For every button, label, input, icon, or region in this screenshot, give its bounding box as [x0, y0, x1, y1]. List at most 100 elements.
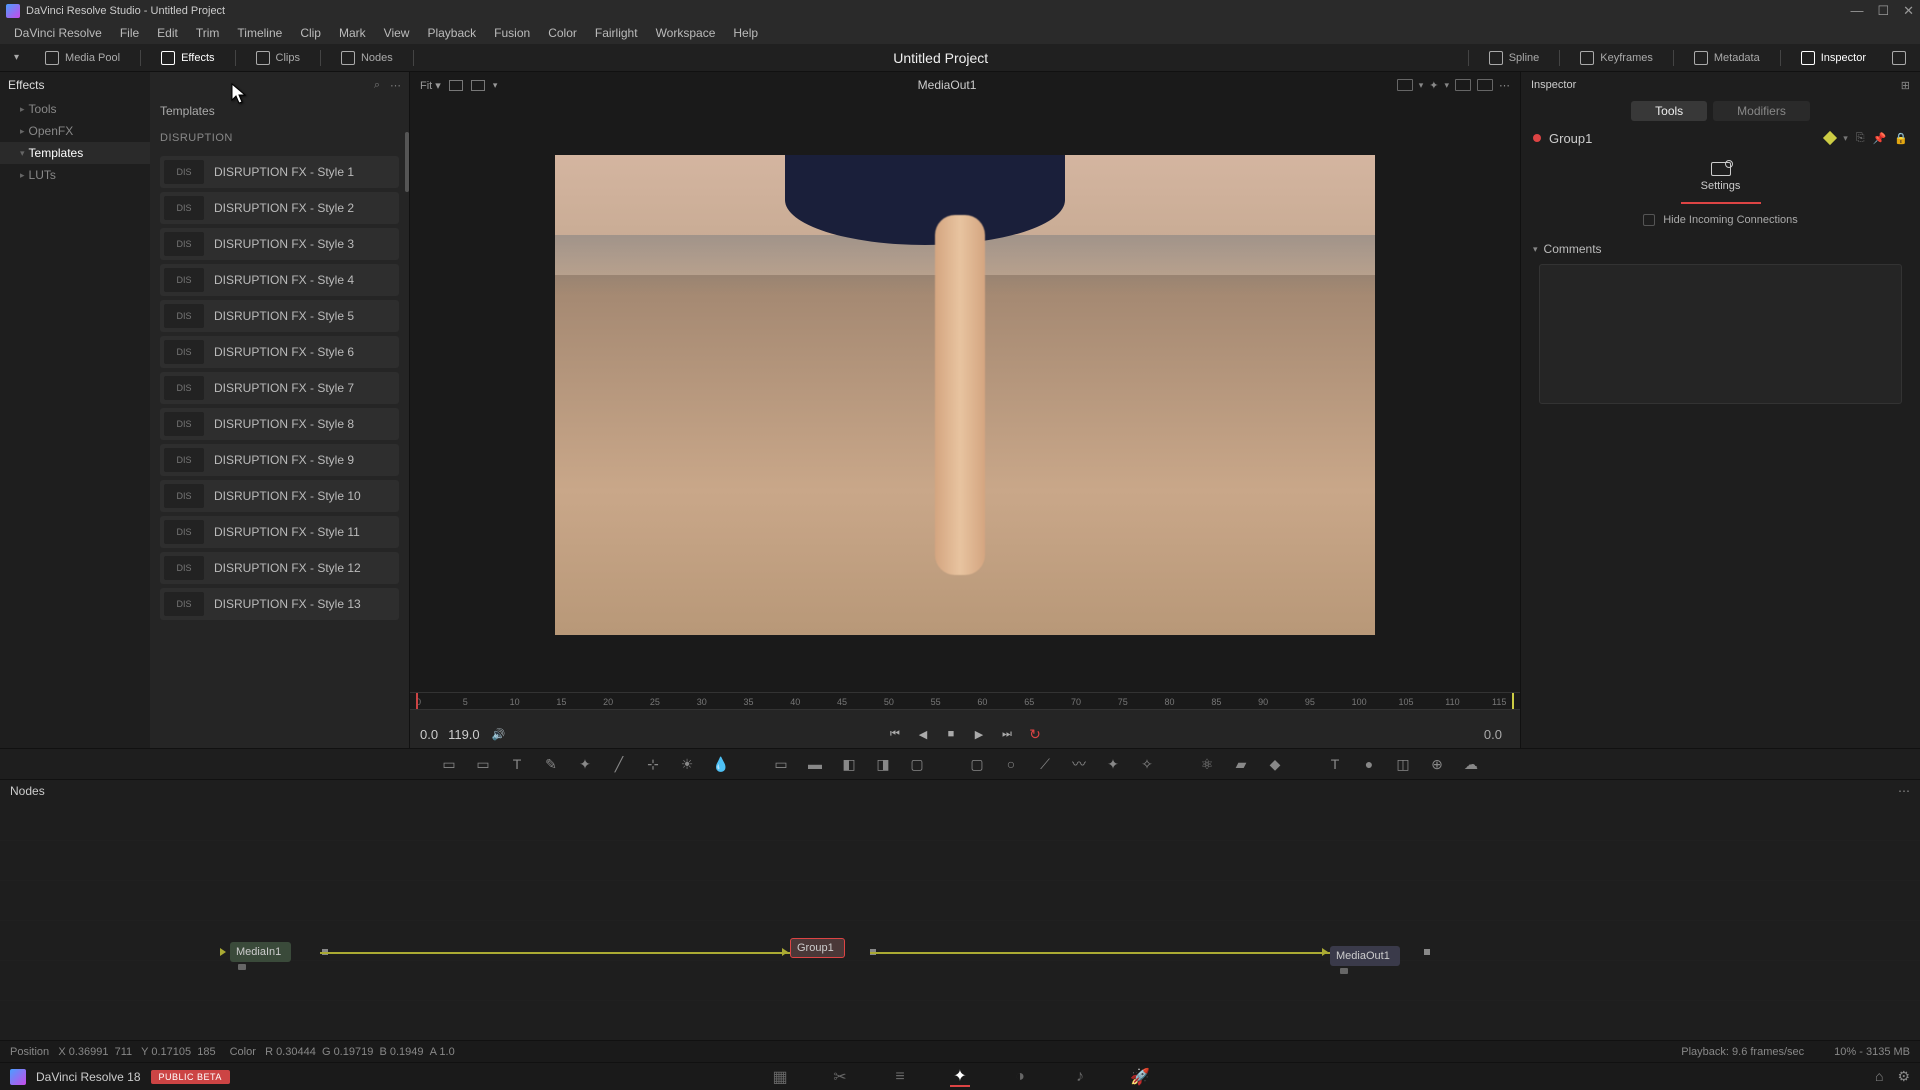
menu-fusion[interactable]: Fusion: [486, 24, 538, 42]
pin-icon[interactable]: 📌: [1873, 132, 1887, 145]
view-option-icon[interactable]: [1397, 79, 1413, 91]
tool-rect-icon[interactable]: ▢: [908, 755, 926, 773]
effect-item[interactable]: DISDISRUPTION FX - Style 5: [160, 300, 399, 332]
tool-merge-icon[interactable]: ▭: [474, 755, 492, 773]
effect-item[interactable]: DISDISRUPTION FX - Style 10: [160, 480, 399, 512]
inspector-button[interactable]: Inspector: [1795, 48, 1872, 68]
tool-3d-shape-icon[interactable]: ▰: [1232, 755, 1250, 773]
maximize-button[interactable]: ☐: [1877, 3, 1889, 19]
home-icon[interactable]: ⌂: [1875, 1068, 1883, 1085]
go-start-button[interactable]: ⏮: [886, 727, 904, 741]
tree-tools[interactable]: Tools: [0, 98, 150, 120]
scrollbar[interactable]: [405, 132, 409, 192]
more-icon[interactable]: ⋯: [1499, 79, 1510, 92]
minimize-button[interactable]: —: [1850, 3, 1863, 19]
metadata-button[interactable]: Metadata: [1688, 48, 1766, 68]
go-end-button[interactable]: ⏭: [998, 727, 1016, 741]
spline-button[interactable]: Spline: [1483, 48, 1546, 68]
menu-color[interactable]: Color: [540, 24, 585, 42]
tree-templates[interactable]: Templates: [0, 142, 150, 164]
tool-bspline-icon[interactable]: 〰: [1070, 755, 1088, 773]
node-viewer-mark[interactable]: [238, 964, 246, 970]
menu-playback[interactable]: Playback: [419, 24, 484, 42]
settings-tab[interactable]: Settings: [1681, 152, 1761, 204]
viewer-canvas[interactable]: [410, 98, 1520, 692]
tool-paint-icon[interactable]: ✎: [542, 755, 560, 773]
play-button[interactable]: ▶: [970, 727, 988, 741]
tool-3d-cube-icon[interactable]: ◫: [1394, 755, 1412, 773]
tool-particle3-icon[interactable]: ⚛: [1198, 755, 1216, 773]
menu-help[interactable]: Help: [725, 24, 766, 42]
tool-background-icon[interactable]: ▭: [440, 755, 458, 773]
tool-3d-merge-icon[interactable]: ◆: [1266, 755, 1284, 773]
search-icon[interactable]: ⌕: [374, 79, 380, 92]
split-icon[interactable]: [1477, 79, 1493, 91]
menu-timeline[interactable]: Timeline: [229, 24, 290, 42]
effect-item[interactable]: DISDISRUPTION FX - Style 2: [160, 192, 399, 224]
tool-crop-icon[interactable]: ▬: [806, 755, 824, 773]
tool-3d-light-icon[interactable]: ⊕: [1428, 755, 1446, 773]
tree-openfx[interactable]: OpenFX: [0, 120, 150, 142]
tool-line-icon[interactable]: ╱: [610, 755, 628, 773]
effect-item[interactable]: DISDISRUPTION FX - Style 4: [160, 264, 399, 296]
tree-luts[interactable]: LUTs: [0, 164, 150, 186]
edit-page-button[interactable]: ≡: [890, 1067, 910, 1087]
play-reverse-button[interactable]: ◀: [914, 727, 932, 741]
node-output-port[interactable]: [1424, 949, 1430, 955]
nodes-canvas[interactable]: MediaIn1 Group1 MediaOut1: [0, 802, 1920, 1040]
node-group[interactable]: Group1: [790, 938, 845, 958]
menu-edit[interactable]: Edit: [149, 24, 186, 42]
tool-ellipse-icon[interactable]: ○: [1002, 755, 1020, 773]
node-viewer-mark[interactable]: [1340, 968, 1348, 974]
nodes-button[interactable]: Nodes: [335, 48, 399, 68]
effect-item[interactable]: DISDISRUPTION FX - Style 1: [160, 156, 399, 188]
hide-incoming-checkbox[interactable]: [1643, 214, 1655, 226]
inspector-tab-modifiers[interactable]: Modifiers: [1713, 101, 1810, 121]
effect-item[interactable]: DISDISRUPTION FX - Style 7: [160, 372, 399, 404]
effect-item[interactable]: DISDISRUPTION FX - Style 13: [160, 588, 399, 620]
menu-workspace[interactable]: Workspace: [648, 24, 724, 42]
cut-page-button[interactable]: ✂: [830, 1067, 850, 1087]
playhead[interactable]: [416, 693, 418, 709]
deliver-page-button[interactable]: 🚀: [1130, 1067, 1150, 1087]
effect-item[interactable]: DISDISRUPTION FX - Style 11: [160, 516, 399, 548]
tool-light-icon[interactable]: ☀: [678, 755, 696, 773]
effect-item[interactable]: DISDISRUPTION FX - Style 9: [160, 444, 399, 476]
fusion-page-button[interactable]: ✦: [950, 1067, 970, 1087]
loop-button[interactable]: ↻: [1026, 727, 1044, 741]
more-icon[interactable]: ⋯: [390, 79, 401, 92]
keyframes-button[interactable]: Keyframes: [1574, 48, 1659, 68]
stop-button[interactable]: ■: [942, 727, 960, 741]
more-icon[interactable]: ⋯: [1898, 784, 1910, 798]
out-time[interactable]: 119.0: [448, 727, 480, 742]
clips-button[interactable]: Clips: [250, 48, 306, 68]
effect-item[interactable]: DISDISRUPTION FX - Style 3: [160, 228, 399, 260]
expand-icon[interactable]: ⊞: [1901, 79, 1910, 92]
chevron-down-icon[interactable]: ▾: [1843, 133, 1848, 144]
tool-text-icon[interactable]: T: [508, 755, 526, 773]
menu-view[interactable]: View: [376, 24, 418, 42]
range-end[interactable]: [1512, 693, 1514, 709]
comments-textarea[interactable]: [1539, 264, 1902, 404]
inspector-tab-tools[interactable]: Tools: [1631, 101, 1707, 121]
tool-3d-fog-icon[interactable]: ☁: [1462, 755, 1480, 773]
fit-dropdown[interactable]: Fit ▾: [420, 79, 441, 92]
tool-transform-icon[interactable]: ▭: [772, 755, 790, 773]
tool-3d-text-icon[interactable]: T: [1326, 755, 1344, 773]
tool-mask-icon[interactable]: ✦: [576, 755, 594, 773]
menu-clip[interactable]: Clip: [292, 24, 329, 42]
dropdown-button[interactable]: ▾: [8, 49, 25, 66]
media-pool-button[interactable]: Media Pool: [39, 48, 126, 68]
settings-icon[interactable]: ⚙: [1897, 1068, 1910, 1085]
snap-icon[interactable]: ✦: [1429, 79, 1438, 92]
media-page-button[interactable]: ▦: [770, 1067, 790, 1087]
lock-icon[interactable]: 🔒: [1894, 132, 1908, 145]
effect-item[interactable]: DISDISRUPTION FX - Style 12: [160, 552, 399, 584]
color-page-button[interactable]: ◑: [1010, 1067, 1030, 1087]
chevron-down-icon[interactable]: ▾: [493, 80, 498, 91]
tool-3d-sphere-icon[interactable]: ●: [1360, 755, 1378, 773]
node-media-out[interactable]: MediaOut1: [1330, 946, 1400, 966]
menu-mark[interactable]: Mark: [331, 24, 374, 42]
in-time[interactable]: 0.0: [420, 727, 438, 742]
tool-tracker-icon[interactable]: ⊹: [644, 755, 662, 773]
